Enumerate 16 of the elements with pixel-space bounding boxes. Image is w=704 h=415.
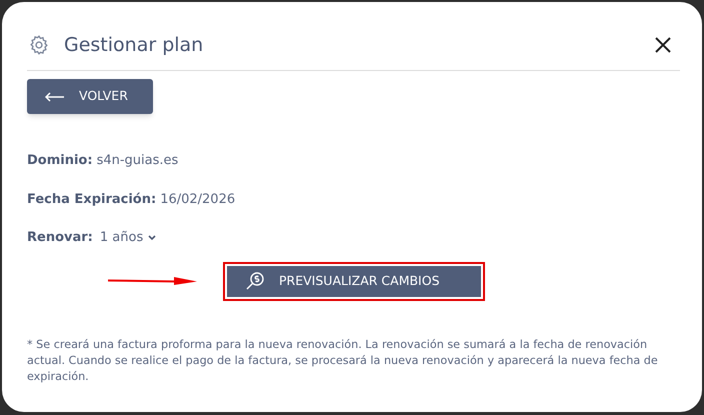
settings-icon bbox=[28, 34, 50, 56]
arrow-left-icon bbox=[45, 92, 65, 102]
back-button[interactable]: VOLVER bbox=[27, 79, 153, 114]
field-label: Renovar: bbox=[27, 229, 93, 247]
search-dollar-icon bbox=[245, 271, 265, 291]
dialog-title: Gestionar plan bbox=[64, 32, 204, 58]
close-button[interactable] bbox=[653, 35, 673, 55]
years-dropdown[interactable]: 1 años bbox=[100, 228, 156, 248]
field-value: 16/02/2026 bbox=[160, 190, 236, 208]
chevron-down-icon bbox=[148, 234, 156, 241]
preview-button[interactable]: PREVISUALIZAR CAMBIOS bbox=[227, 266, 481, 296]
close-icon bbox=[653, 35, 673, 55]
field-label: Fecha Expiración: bbox=[27, 190, 156, 208]
field-value: s4n-guias.es bbox=[96, 152, 178, 170]
footnote-text: * Se creará una factura proforma para la nueva renovación. La renovación se sumará a la fecha de renovación actual. Cuando se realice el pago de la factura, se procesará la nueva renovación y aparecerá la nueva fecha de expiración. bbox=[27, 336, 659, 384]
field-label: Dominio: bbox=[27, 152, 93, 170]
